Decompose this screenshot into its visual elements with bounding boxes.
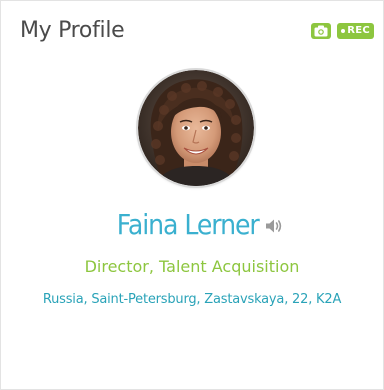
- profile-card: My Profile REC Faina Lerner Director, Ta…: [0, 0, 384, 390]
- profile-name: Faina Lerner: [116, 207, 259, 241]
- rec-label: REC: [347, 25, 370, 36]
- camera-icon[interactable]: [311, 23, 332, 39]
- header-tools: REC: [311, 23, 374, 39]
- address: Russia, Saint-Petersburg, Zastavskaya, 2…: [42, 292, 342, 307]
- name-row: Faina Lerner: [1, 202, 383, 246]
- speaker-icon[interactable]: [265, 218, 283, 234]
- rec-button[interactable]: REC: [337, 23, 374, 39]
- job-title: Director, Talent Acquisition: [84, 257, 300, 276]
- card-title: My Profile: [20, 18, 125, 43]
- rec-dot-icon: [341, 29, 346, 33]
- avatar[interactable]: [138, 70, 254, 186]
